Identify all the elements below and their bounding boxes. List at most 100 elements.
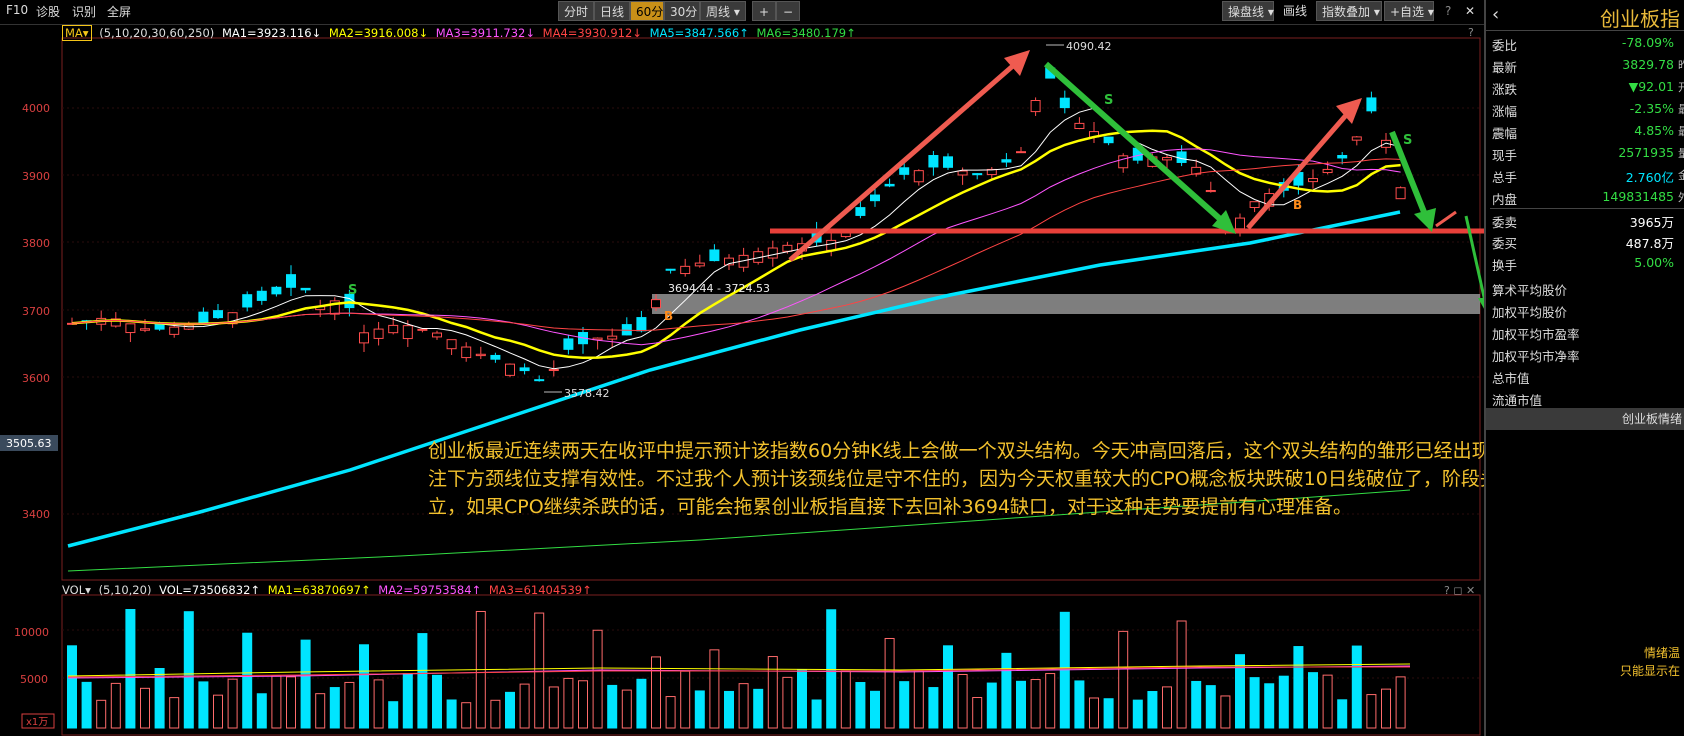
volume-bar (96, 699, 107, 729)
candle-body (782, 244, 793, 252)
vol-tick: 10000 (14, 626, 49, 639)
quote-link[interactable]: 算术平均股价 (1492, 280, 1567, 299)
candle-body (767, 247, 778, 259)
quote-key: 最新 (1492, 60, 1518, 75)
volume-axis: 10000 5000 (14, 626, 49, 686)
ma3-line (71, 148, 1401, 346)
volume-bar (286, 676, 296, 729)
volume-bar (110, 682, 121, 729)
volume-bar (1147, 691, 1158, 729)
volume-bar (461, 702, 472, 729)
candle-body (505, 363, 515, 376)
quote-suffix: 金 (1678, 169, 1684, 182)
candle-body (461, 346, 472, 359)
ma-params: (5,10,20,30,60,250) (99, 26, 215, 40)
candle-body (373, 328, 384, 339)
quote-key: 现手 (1492, 148, 1518, 163)
quote-key: 涨跌 (1492, 82, 1518, 97)
volume-bar (1191, 680, 1202, 729)
volume-bar (183, 611, 194, 729)
quote-row: 现手 2571935 量 (1490, 142, 1684, 164)
volume-bar (913, 670, 924, 729)
volume-bar (782, 676, 793, 729)
quote-value: 2.760亿 (1625, 170, 1674, 185)
vol-selector[interactable]: VOL▾ (62, 583, 91, 597)
kline-chart[interactable]: 4090.42 3578.42 3694.44 - 3724.53 S S S … (0, 0, 1484, 736)
quote-link[interactable]: 加权平均市净率 (1492, 346, 1580, 365)
candle-body (1074, 122, 1085, 130)
candle-body (446, 339, 457, 350)
candle-body (548, 369, 559, 372)
vol-ma2-value: MA2=59753584↑ (378, 583, 482, 597)
volume-bar (329, 687, 340, 729)
quote-link[interactable]: 流通市值 (1492, 390, 1542, 409)
price-tick: 3400 (22, 508, 50, 521)
volume-bar (1308, 672, 1318, 729)
vol-indicator-header: VOL▾ (5,10,20) VOL=73506832↑ MA1=6387069… (62, 583, 596, 597)
volume-bar (446, 699, 457, 729)
candle-body (651, 299, 661, 309)
volume-bar (300, 639, 311, 729)
quote-link[interactable]: 加权平均股价 (1492, 302, 1567, 321)
sentiment-header[interactable]: 创业板情绪 (1486, 408, 1684, 430)
volume-bar (592, 629, 603, 729)
volume-bar (957, 673, 968, 729)
price-tick: 3600 (22, 372, 50, 385)
volume-bar (870, 690, 880, 729)
candle-body (1351, 136, 1362, 141)
volume-bars (67, 609, 1411, 729)
price-tick: 3700 (22, 305, 50, 318)
candle-body (913, 170, 924, 183)
volume-bar (1249, 677, 1260, 729)
high-price-label: 4090.42 (1066, 40, 1112, 53)
back-icon[interactable]: ‹ (1492, 4, 1499, 25)
volume-bar (1118, 630, 1129, 729)
gap-range-label: 3694.44 - 3724.53 (668, 282, 770, 295)
volume-bar (1001, 652, 1012, 729)
volume-bar (227, 678, 238, 729)
candle-body (242, 294, 253, 308)
sell-signal: S (1104, 93, 1113, 108)
candle-body (154, 323, 165, 330)
quote-suffix: 开 (1678, 81, 1684, 94)
quote-row: 涨幅 -2.35% 最 (1490, 98, 1684, 120)
volume-bar (169, 697, 180, 729)
volume-bar (797, 669, 807, 729)
ma-selector[interactable]: MA▾ (62, 25, 92, 41)
sell-signal: S (348, 283, 357, 298)
candle-body (1001, 159, 1012, 163)
vol-tick: 5000 (20, 673, 48, 686)
candle-body (432, 332, 442, 338)
quote-value: -2.35% (1629, 101, 1674, 116)
volume-bar (1103, 698, 1114, 729)
quote-link[interactable]: 加权平均市盈率 (1492, 324, 1580, 343)
candle-body (1249, 201, 1260, 209)
candle-body (665, 268, 676, 271)
volume-bar (432, 674, 442, 729)
ma1-value: MA1=3923.116↓ (221, 26, 322, 40)
candle-body (957, 170, 968, 176)
candle-body (1030, 100, 1041, 113)
volume-bar (315, 693, 326, 729)
volume-bar (724, 690, 734, 729)
volume-bar (651, 656, 661, 729)
quote-row: 震幅 4.85% 最 (1490, 120, 1684, 142)
quote-value: 2571935 (1618, 145, 1674, 160)
volume-bar (607, 684, 618, 729)
volume-bar (256, 693, 267, 729)
volume-bar (826, 609, 837, 729)
candle-body (169, 326, 180, 335)
candle-body (402, 325, 413, 340)
quote-key: 内盘 (1492, 192, 1518, 207)
volume-bar (1220, 695, 1231, 729)
volume-bar (1030, 679, 1041, 729)
quote-value: ▼92.01 (1628, 79, 1674, 94)
volume-bar (1366, 694, 1377, 729)
quote-row: 换手 5.00% (1490, 252, 1684, 274)
quote-key: 涨幅 (1492, 104, 1518, 119)
volume-bar (1337, 699, 1348, 729)
candle-body (1337, 155, 1348, 159)
candle-body (1176, 151, 1187, 163)
quote-link[interactable]: 总市值 (1492, 368, 1530, 387)
candle-body (928, 155, 939, 168)
